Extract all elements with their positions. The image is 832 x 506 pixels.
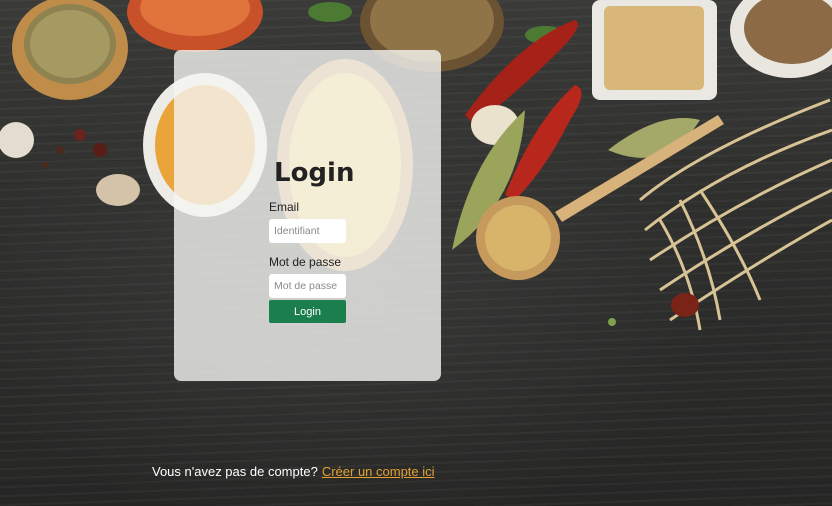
bay-leaf-icon bbox=[452, 110, 700, 250]
email-label: Email bbox=[269, 200, 300, 214]
chili-pepper-icon bbox=[465, 20, 582, 200]
create-account-link[interactable]: Créer un compte ici bbox=[322, 464, 435, 479]
email-field[interactable] bbox=[269, 219, 346, 243]
wooden-spoon-icon bbox=[476, 115, 724, 280]
login-card: Login Email Mot de passe Login bbox=[174, 50, 441, 381]
login-form: Login Email Mot de passe Login bbox=[269, 158, 389, 323]
password-field[interactable] bbox=[269, 274, 346, 298]
login-button[interactable]: Login bbox=[269, 300, 346, 323]
login-page: Login Email Mot de passe Login Vous n'av… bbox=[0, 0, 832, 506]
signup-prompt-line: Vous n'avez pas de compte? Créer un compt… bbox=[152, 464, 435, 479]
signup-prompt-text: Vous n'avez pas de compte? bbox=[152, 464, 318, 479]
password-label: Mot de passe bbox=[269, 255, 342, 269]
login-title: Login bbox=[274, 158, 355, 188]
spice-bowl-icon bbox=[12, 0, 128, 100]
dried-noodles-icon bbox=[639, 98, 832, 331]
